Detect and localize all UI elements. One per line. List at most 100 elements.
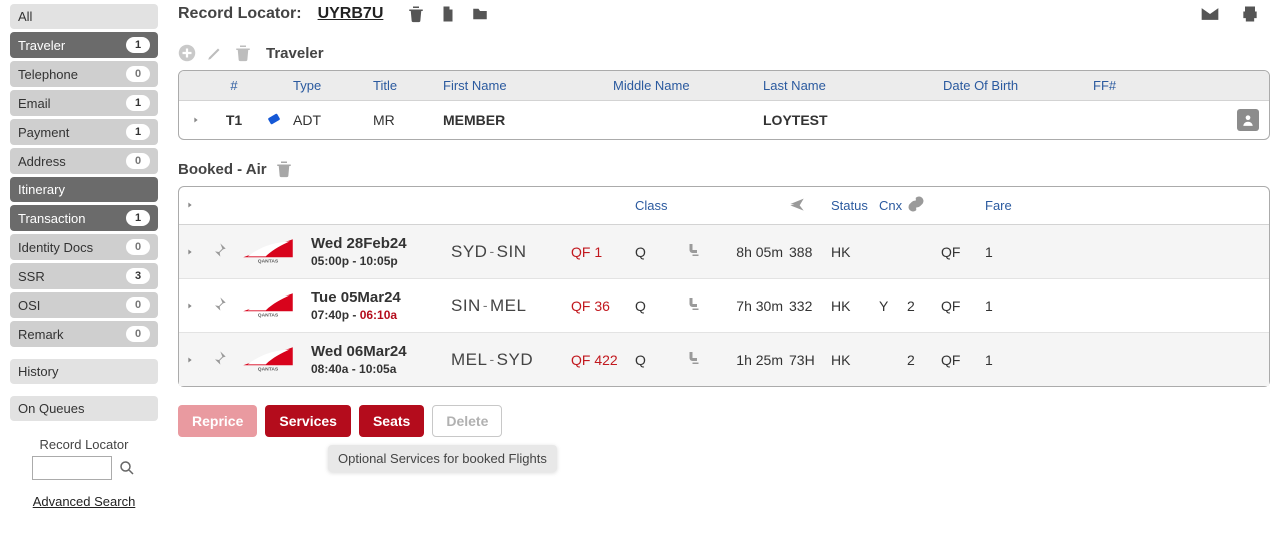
- sidebar-item-on-queues[interactable]: On Queues: [10, 396, 158, 421]
- expand-all-icon[interactable]: [185, 198, 211, 213]
- seat-icon[interactable]: [685, 241, 719, 262]
- segment-route: SIN-MEL: [451, 296, 571, 316]
- expand-icon[interactable]: [185, 298, 211, 314]
- sidebar-item-label: Address: [18, 154, 66, 169]
- seat-icon[interactable]: [685, 349, 719, 370]
- col-title[interactable]: Title: [367, 78, 437, 93]
- sidebar-item-history[interactable]: History: [10, 359, 158, 384]
- sidebar-item-identity-docs[interactable]: Identity Docs0: [10, 234, 158, 260]
- search-icon[interactable]: [118, 459, 136, 477]
- airline-logo-icon: QANTAS: [241, 345, 295, 372]
- sidebar-item-traveler[interactable]: Traveler 1: [10, 32, 158, 58]
- col-fare[interactable]: Fare: [985, 198, 1029, 213]
- expand-icon[interactable]: [185, 244, 211, 260]
- svg-text:QANTAS: QANTAS: [258, 312, 279, 317]
- link-icon: [907, 195, 941, 216]
- traveler-num: T1: [209, 112, 259, 128]
- segment-duration: 8h 05m: [719, 244, 789, 260]
- sidebar-item-payment[interactable]: Payment1: [10, 119, 158, 145]
- plane-icon: [789, 196, 831, 215]
- pin-icon[interactable]: [211, 242, 241, 261]
- col-num[interactable]: #: [209, 78, 259, 93]
- record-locator-input[interactable]: [32, 456, 112, 480]
- delete-button[interactable]: Delete: [432, 405, 502, 437]
- segment-date: Wed 06Mar24 08:40a - 10:05a: [311, 343, 451, 376]
- segment-duration: 7h 30m: [719, 298, 789, 314]
- sidebar-item-email[interactable]: Email1: [10, 90, 158, 116]
- traveler-first: MEMBER: [437, 112, 607, 128]
- sidebar-item-count: 1: [126, 124, 150, 140]
- sidebar-item-label: Traveler: [18, 38, 65, 53]
- col-cnx[interactable]: Cnx: [879, 198, 907, 213]
- mail-icon[interactable]: [1200, 4, 1220, 24]
- col-type[interactable]: Type: [287, 78, 367, 93]
- seats-button[interactable]: Seats: [359, 405, 424, 437]
- delete-booked-air-icon[interactable]: [275, 160, 293, 178]
- sidebar-item-telephone[interactable]: Telephone0: [10, 61, 158, 87]
- file-icon[interactable]: [439, 5, 457, 23]
- flight-number: QF 422: [571, 352, 635, 368]
- expand-icon[interactable]: [185, 352, 211, 368]
- col-middle[interactable]: Middle Name: [607, 78, 757, 93]
- delete-traveler-icon[interactable]: [234, 44, 252, 62]
- airline-logo: QANTAS: [241, 237, 311, 267]
- flight-number: QF 1: [571, 244, 635, 260]
- pin-icon[interactable]: [211, 296, 241, 315]
- segment-equipment: 332: [789, 298, 831, 314]
- svg-text:QANTAS: QANTAS: [258, 366, 279, 371]
- sidebar-item-label: OSI: [18, 298, 40, 313]
- segment-equipment: 388: [789, 244, 831, 260]
- segment-row[interactable]: QANTAS Wed 28Feb24 05:00p - 10:05p SYD-S…: [179, 225, 1269, 279]
- sidebar-item-all[interactable]: All: [10, 4, 158, 29]
- expand-icon[interactable]: [185, 112, 209, 128]
- sidebar-item-label: Transaction: [18, 211, 85, 226]
- segment-fare-value: 1: [985, 352, 1029, 368]
- col-ff[interactable]: FF#: [1087, 78, 1167, 93]
- col-first[interactable]: First Name: [437, 78, 607, 93]
- segment-row[interactable]: QANTAS Wed 06Mar24 08:40a - 10:05a MEL-S…: [179, 333, 1269, 386]
- traveler-section-header: Traveler: [178, 44, 1270, 62]
- segment-fare-carrier: QF: [941, 352, 985, 368]
- advanced-search-link[interactable]: Advanced Search: [10, 494, 158, 509]
- sidebar-item-count: 1: [126, 37, 150, 53]
- reprice-button[interactable]: Reprice: [178, 405, 257, 437]
- edit-traveler-icon[interactable]: [206, 44, 224, 62]
- col-last[interactable]: Last Name: [757, 78, 937, 93]
- sidebar-item-ssr[interactable]: SSR3: [10, 263, 158, 289]
- pin-icon[interactable]: [211, 350, 241, 369]
- record-locator-label: Record Locator:: [178, 5, 302, 23]
- svg-text:QANTAS: QANTAS: [258, 258, 279, 263]
- booked-air-title: Booked - Air: [178, 161, 267, 178]
- col-dob[interactable]: Date Of Birth: [937, 78, 1087, 93]
- col-class[interactable]: Class: [635, 198, 685, 213]
- identity-icon[interactable]: [1237, 109, 1259, 131]
- segment-fare-value: 1: [985, 298, 1029, 314]
- traveler-row[interactable]: T1 ADT MR MEMBER LOYTEST: [179, 101, 1269, 139]
- sidebar-item-count: 0: [126, 326, 150, 342]
- sidebar-item-count: 0: [126, 66, 150, 82]
- sidebar-item-label: Itinerary: [18, 182, 65, 197]
- folder-icon[interactable]: [471, 5, 489, 23]
- services-button[interactable]: Services: [265, 405, 351, 437]
- segment-fare-carrier: QF: [941, 244, 985, 260]
- segment-date: Tue 05Mar24 07:40p - 06:10a: [311, 289, 451, 322]
- segment-row[interactable]: QANTAS Tue 05Mar24 07:40p - 06:10a SIN-M…: [179, 279, 1269, 333]
- ticket-icon: [259, 112, 287, 129]
- sidebar-item-label: Identity Docs: [18, 240, 93, 255]
- col-status[interactable]: Status: [831, 198, 879, 213]
- services-tooltip: Optional Services for booked Flights: [328, 445, 557, 472]
- seat-icon[interactable]: [685, 295, 719, 316]
- sidebar-item-itinerary[interactable]: Itinerary: [10, 177, 158, 202]
- main: Record Locator: UYRB7U Traveler #: [158, 4, 1270, 509]
- traveler-table-header: # Type Title First Name Middle Name Last…: [179, 71, 1269, 101]
- print-icon[interactable]: [1240, 4, 1260, 24]
- sidebar-item-osi[interactable]: OSI0: [10, 292, 158, 318]
- segment-class: Q: [635, 244, 685, 260]
- add-traveler-icon[interactable]: [178, 44, 196, 62]
- record-locator-value[interactable]: UYRB7U: [318, 5, 384, 23]
- delete-icon[interactable]: [407, 5, 425, 23]
- sidebar-item-remark[interactable]: Remark0: [10, 321, 158, 347]
- sidebar-item-address[interactable]: Address0: [10, 148, 158, 174]
- segment-status: HK: [831, 244, 879, 260]
- sidebar-item-transaction[interactable]: Transaction1: [10, 205, 158, 231]
